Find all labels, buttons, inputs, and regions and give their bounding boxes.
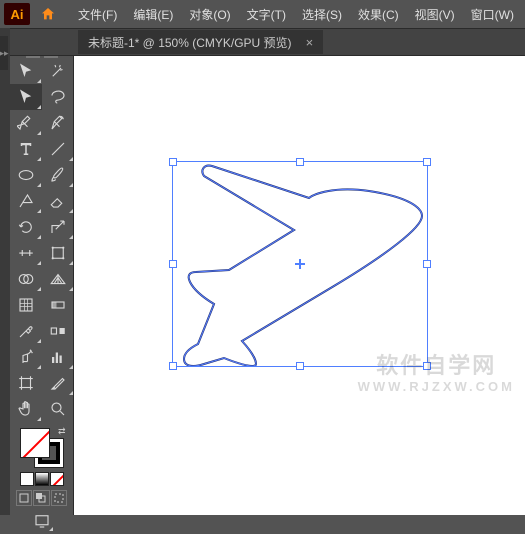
center-mark-icon [295,259,305,269]
handle-middle-right[interactable] [423,260,431,268]
menu-bar: Ai 文件(F) 编辑(E) 对象(O) 文字(T) 选择(S) 效果(C) 视… [0,0,525,28]
app-logo-icon: Ai [4,3,30,25]
menu-view[interactable]: 视图(V) [407,2,463,27]
handle-top-right[interactable] [423,158,431,166]
magic-wand-tool[interactable] [42,58,74,84]
ellipse-tool[interactable] [10,162,42,188]
mesh-tool[interactable] [10,292,42,318]
document-tab-bar: 未标题-1* @ 150% (CMYK/GPU 预览) × [0,28,525,56]
tab-title: 未标题-1* @ 150% (CMYK/GPU 预览) [88,34,292,51]
direct-selection-tool[interactable] [10,84,42,110]
paintbrush-tool[interactable] [42,162,74,188]
eraser-tool[interactable] [42,188,74,214]
draw-normal-icon[interactable] [16,490,32,506]
menu-type[interactable]: 文字(T) [239,2,294,27]
gradient-tool[interactable] [42,292,74,318]
panel-strip [0,28,10,515]
line-tool[interactable] [42,136,74,162]
column-graph-tool[interactable] [42,344,74,370]
close-icon[interactable]: × [306,35,314,50]
home-icon[interactable] [38,4,58,24]
lasso-tool[interactable] [42,84,74,110]
menu-file[interactable]: 文件(F) [70,2,125,27]
collapse-handle-icon[interactable]: ▸▸ [0,36,8,70]
color-mode-none[interactable] [50,472,64,486]
menu-object[interactable]: 对象(O) [181,2,238,27]
shape-builder-tool[interactable] [10,266,42,292]
watermark-line1: 软件自学网 [358,353,515,379]
watermark: 软件自学网 WWW.RJZXW.COM [358,353,515,395]
handle-top-left[interactable] [169,158,177,166]
artboard-tool[interactable] [10,370,42,396]
color-mode-solid[interactable] [20,472,34,486]
fill-swatch[interactable] [20,428,50,458]
menu-window[interactable]: 窗口(W) [463,2,522,27]
menu-select[interactable]: 选择(S) [294,2,350,27]
draw-behind-icon[interactable] [33,490,49,506]
color-swatches: ⇄ [10,426,73,534]
document-tab[interactable]: 未标题-1* @ 150% (CMYK/GPU 预览) × [78,30,323,54]
hand-tool[interactable] [10,396,42,422]
pen-tool[interactable] [10,110,42,136]
handle-bottom-left[interactable] [169,362,177,370]
selection-tool[interactable] [10,58,42,84]
watermark-line2: WWW.RJZXW.COM [358,379,515,395]
handle-bottom-center[interactable] [296,362,304,370]
screen-mode-tool[interactable] [30,510,54,532]
type-tool[interactable] [10,136,42,162]
free-transform-tool[interactable] [42,240,74,266]
menu-effect[interactable]: 效果(C) [350,2,407,27]
eyedropper-tool[interactable] [10,318,42,344]
shaper-tool[interactable] [10,188,42,214]
menu-edit[interactable]: 编辑(E) [125,2,181,27]
swap-colors-icon[interactable]: ⇄ [58,426,66,437]
perspective-grid-tool[interactable] [42,266,74,292]
scale-tool[interactable] [42,214,74,240]
slice-tool[interactable] [42,370,74,396]
zoom-tool[interactable] [42,396,74,422]
handle-top-center[interactable] [296,158,304,166]
canvas[interactable]: 软件自学网 WWW.RJZXW.COM [74,56,525,515]
bounding-box[interactable] [172,161,428,367]
rotate-tool[interactable] [10,214,42,240]
draw-inside-icon[interactable] [51,490,67,506]
toolbox-panel: ⇄ [10,56,74,515]
symbol-sprayer-tool[interactable] [10,344,42,370]
handle-middle-left[interactable] [169,260,177,268]
width-tool[interactable] [10,240,42,266]
color-mode-gradient[interactable] [35,472,49,486]
curvature-pen-tool[interactable] [42,110,74,136]
blend-tool[interactable] [42,318,74,344]
